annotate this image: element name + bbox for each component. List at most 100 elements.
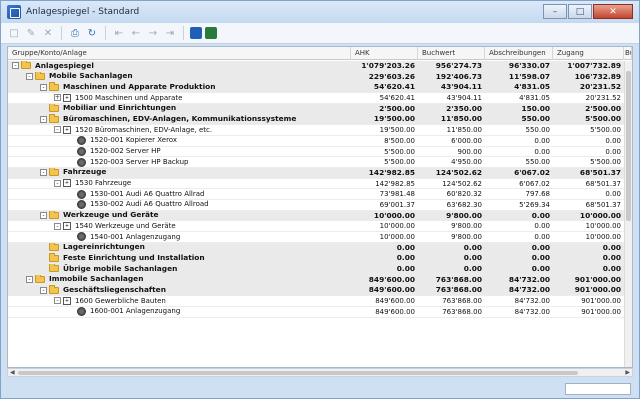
column-header-buchwert[interactable]: Buchwert <box>418 47 485 60</box>
tree-row[interactable]: 1530-001 Audi A6 Quattro Allrad 73'981.48… <box>8 189 624 200</box>
column-header-abschreibungen[interactable]: Abschreibungen <box>485 47 553 60</box>
tree-row[interactable]: - Mobile Sachanlagen 229'603.26 192'406.73 1… <box>8 71 624 83</box>
tree-row[interactable]: - +1530 Fahrzeuge 142'982.85 124'502.62 6'06… <box>8 178 624 190</box>
folder-icon <box>49 264 59 273</box>
cell-abschreibungen: 6'067.02 <box>519 179 550 188</box>
tree-row-label: 1600-001 Anlagenzugang <box>90 307 181 316</box>
tree-row[interactable]: - +1600 Gewerbliche Bauten 849'600.00 763'8… <box>8 296 624 307</box>
minimize-button[interactable]: – <box>543 4 567 19</box>
cell-buchwert: 900.00 <box>457 147 483 156</box>
cell-ahk: 69'001.37 <box>379 200 415 209</box>
expand-collapse-icon[interactable]: - <box>12 62 19 70</box>
expand-collapse-icon[interactable]: - <box>40 286 47 294</box>
tree-row[interactable]: + +1500 Maschinen und Apparate 54'620.41 43… <box>8 93 624 104</box>
window-title: Anlagespiegel - Standard <box>26 7 140 17</box>
tree-row-label: 1540-001 Anlagenzugang <box>90 232 181 241</box>
cell-zugang: 106'732.89 <box>574 71 621 81</box>
cell-buchwert: 9'800.00 <box>451 233 482 241</box>
tree-row[interactable]: - Büromaschinen, EDV-Anlagen, Kommunikati… <box>8 114 624 126</box>
tree-row[interactable]: Lagereinrichtungen 0.00 0.00 0.00 0.00 <box>8 242 624 254</box>
delete-icon[interactable]: ✕ <box>41 26 55 40</box>
tree-row[interactable]: 1520-001 Kopierer Xerox 8'500.00 6'000.00 0… <box>8 135 624 147</box>
column-header-zugang[interactable]: Zugang <box>553 47 624 60</box>
cell-abschreibungen: 0.00 <box>531 242 550 252</box>
tree-row[interactable]: - +1520 Büromaschinen, EDV-Anlage, etc. 19… <box>8 125 624 136</box>
folder-icon <box>21 61 31 70</box>
expand-collapse-icon[interactable]: - <box>26 276 33 284</box>
tree-row[interactable]: 1540-001 Anlagenzugang 10'000.00 9'800.00 0… <box>8 232 624 243</box>
report-icon[interactable] <box>190 27 202 39</box>
cell-ahk: 8'500.00 <box>384 136 415 145</box>
next-icon[interactable]: → <box>146 26 160 40</box>
asset-tree-grid[interactable]: Gruppe/Konto/Anlage AHK Buchwert Abschre… <box>7 46 633 368</box>
app-icon <box>7 5 21 19</box>
cell-abschreibungen: 0.00 <box>531 210 550 220</box>
export-icon[interactable] <box>205 27 217 39</box>
close-icon: ✕ <box>609 6 617 17</box>
tree-row[interactable]: - Fahrzeuge 142'982.85 124'502.62 6'067.02 68… <box>8 167 624 179</box>
cell-abschreibungen: 550.00 <box>521 114 550 124</box>
tree-row[interactable]: - +1540 Werkzeuge und Geräte 10'000.00 9'80… <box>8 221 624 232</box>
scroll-right-icon[interactable]: ▶ <box>625 369 630 376</box>
cell-buchwert: 956'274.73 <box>435 61 482 70</box>
tree-cell-name: - +1530 Fahrzeuge <box>8 179 351 189</box>
tree-row[interactable]: - Maschinen und Apparate Produktion 54'620… <box>8 82 624 94</box>
tree-row[interactable]: Übrige mobile Sachanlagen 0.00 0.00 0.00 0.0… <box>8 264 624 275</box>
horizontal-scroll-thumb[interactable] <box>18 371 578 375</box>
tree-cell-name: 1530-001 Audi A6 Quattro Allrad <box>8 189 351 199</box>
cell-zugang: 0.00 <box>602 264 621 274</box>
horizontal-scrollbar[interactable]: ◀ ▶ <box>7 368 633 377</box>
vertical-scrollbar[interactable] <box>624 61 632 367</box>
cell-zugang: 5'500.00 <box>590 126 621 135</box>
cell-zugang: 10'000.00 <box>585 233 621 241</box>
tree-row[interactable]: 1520-002 Server HP 5'500.00 900.00 0.00 0.00 <box>8 146 624 158</box>
tree-row[interactable]: - Geschäftsliegenschaften 849'600.00 763'86… <box>8 285 624 297</box>
close-button[interactable]: ✕ <box>593 4 633 19</box>
cell-ahk: 54'620.41 <box>379 94 415 103</box>
expand-collapse-icon[interactable]: - <box>54 222 61 230</box>
cell-zugang: 0.00 <box>605 136 621 145</box>
refresh-icon[interactable]: ↻ <box>85 26 99 40</box>
tree-row[interactable]: Feste Einrichtung und Installation 0.00 0.… <box>8 253 624 265</box>
column-header-ahk[interactable]: AHK <box>351 47 418 60</box>
expand-collapse-icon[interactable]: - <box>26 73 33 81</box>
vertical-scroll-thumb[interactable] <box>626 71 631 221</box>
last-icon[interactable]: ⇥ <box>163 26 177 40</box>
maximize-button[interactable]: □ <box>568 4 592 19</box>
toolbar: □ ✎ ✕ ⎙ ↻ ⇤ ← → ⇥ <box>1 23 639 44</box>
column-header-bu[interactable]: Bu <box>624 47 632 60</box>
cell-ahk: 73'981.48 <box>379 190 415 199</box>
scroll-left-icon[interactable]: ◀ <box>10 369 15 376</box>
maximize-icon: □ <box>575 6 585 17</box>
tree-cell-name: - +1540 Werkzeuge und Geräte <box>8 221 351 231</box>
new-icon[interactable]: □ <box>7 26 21 40</box>
tree-row[interactable]: - Immobile Sachanlagen 849'600.00 763'868.0… <box>8 274 624 286</box>
expand-collapse-icon[interactable]: - <box>40 169 47 177</box>
expand-collapse-icon[interactable]: - <box>40 115 47 123</box>
tree-row[interactable]: 1600-001 Anlagenzugang 849'600.00 763'868.… <box>8 306 624 318</box>
cell-ahk: 5'500.00 <box>384 158 415 167</box>
tree-row[interactable]: 1520-003 Server HP Backup 5'500.00 4'950.0… <box>8 157 624 168</box>
cell-ahk: 142'982.85 <box>368 167 415 177</box>
cell-abschreibungen: 4'831.05 <box>514 82 550 92</box>
tree-row-label: Mobiliar und Einrichtungen <box>63 103 177 113</box>
cell-abschreibungen: 84'732.00 <box>514 297 550 306</box>
edit-icon[interactable]: ✎ <box>24 26 38 40</box>
tree-row[interactable]: - Anlagespiegel 1'079'203.26 956'274.73 96'3… <box>8 61 624 72</box>
expand-collapse-icon[interactable]: - <box>54 297 61 305</box>
expand-collapse-icon[interactable]: - <box>40 83 47 91</box>
account-icon: + <box>63 296 71 305</box>
cell-ahk: 849'600.00 <box>375 297 415 306</box>
tree-row[interactable]: Mobiliar und Einrichtungen 2'500.00 2'350.… <box>8 103 624 115</box>
print-icon[interactable]: ⎙ <box>68 26 82 40</box>
expand-collapse-icon[interactable]: - <box>54 179 61 187</box>
expand-collapse-icon[interactable]: - <box>40 211 47 219</box>
first-icon[interactable]: ⇤ <box>112 26 126 40</box>
tree-row[interactable]: - Werkzeuge und Geräte 10'000.00 9'800.00 0.… <box>8 210 624 222</box>
expand-collapse-icon[interactable]: + <box>54 94 61 102</box>
tree-row[interactable]: 1530-002 Audi A6 Quattro Allroad 69'001.3… <box>8 199 624 211</box>
column-header-gruppe[interactable]: Gruppe/Konto/Anlage <box>8 47 351 60</box>
expand-collapse-icon[interactable]: - <box>54 126 61 134</box>
previous-icon[interactable]: ← <box>129 26 143 40</box>
title-bar[interactable]: Anlagespiegel - Standard – □ ✕ <box>1 1 639 23</box>
